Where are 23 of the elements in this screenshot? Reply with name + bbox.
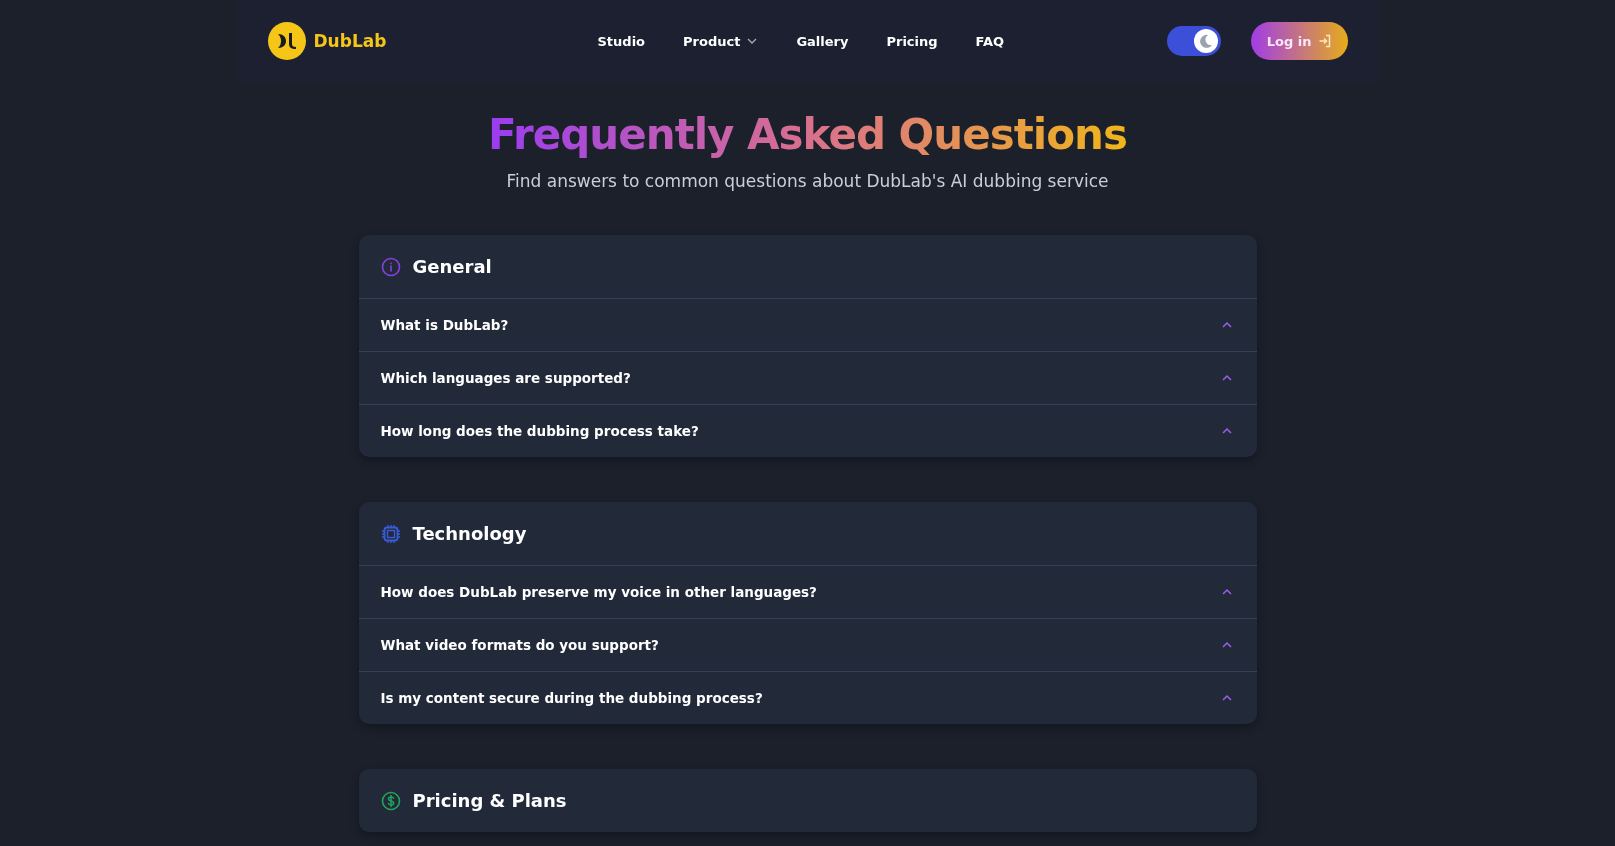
faq-question[interactable]: Which languages are supported?	[358, 351, 1257, 404]
page-subtitle: Find answers to common questions about DubLab's AI dubbing service	[506, 171, 1109, 191]
nav-link[interactable]: FAQ	[975, 33, 1005, 49]
section-title: Pricing & Plans	[412, 790, 567, 811]
section-title: Technology	[412, 523, 527, 544]
nav-link[interactable]: Pricing	[886, 33, 938, 49]
info-icon	[380, 256, 401, 277]
moon-icon	[1197, 33, 1214, 49]
login-icon	[1317, 34, 1332, 48]
faq-question[interactable]: How long does the dubbing process take?	[358, 404, 1257, 457]
chip-icon	[380, 523, 401, 544]
faq-question[interactable]: How does DubLab preserve my voice in other languages?	[358, 565, 1257, 618]
faq-question[interactable]: What video formats do you support?	[358, 618, 1257, 671]
logo-text: DubLab	[313, 31, 387, 51]
faq-question[interactable]: Is my content secure during the dubbing process?	[358, 671, 1257, 724]
nav-link[interactable]: Gallery	[796, 33, 849, 49]
dollar-icon	[380, 790, 401, 811]
theme-toggle[interactable]	[1166, 26, 1221, 56]
faq-question[interactable]: What is DubLab?	[358, 298, 1257, 351]
section-title: General	[412, 256, 492, 277]
nav-link[interactable]: Studio	[597, 33, 646, 49]
nav-link[interactable]: Product	[683, 33, 759, 49]
logo-icon	[267, 22, 306, 60]
